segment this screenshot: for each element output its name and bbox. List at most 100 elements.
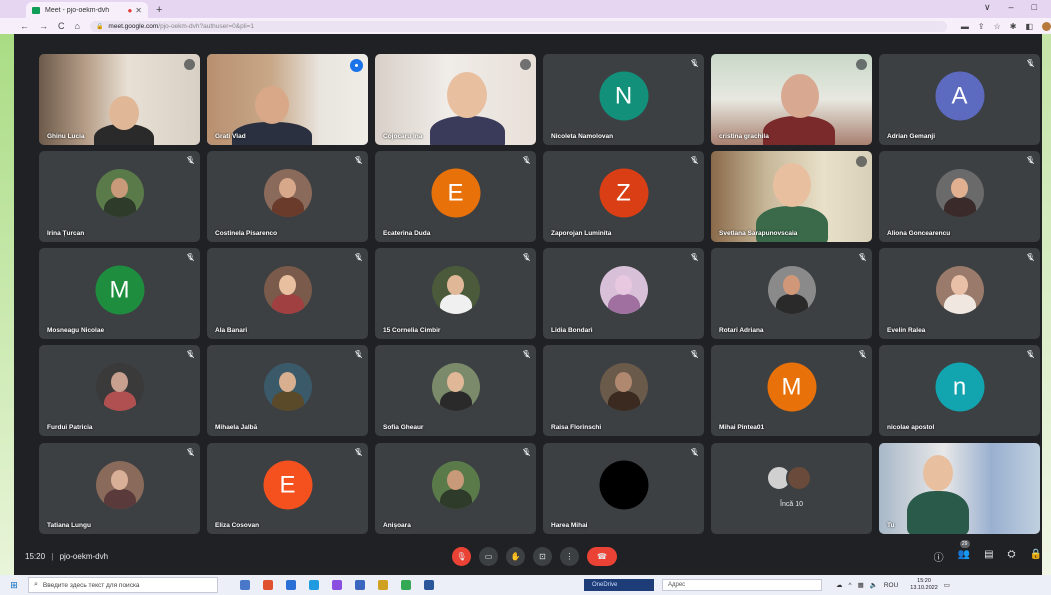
participant-tile[interactable]: 🎙 Mihaela Jalbă [207,345,368,436]
task-view-icon[interactable] [240,580,250,590]
participant-tile[interactable]: 🎙 Anișoara [375,443,536,534]
profile-avatar[interactable] [1042,21,1051,31]
participant-tile[interactable]: 🎙 Raisa Florinschi [543,345,704,436]
back-button[interactable]: ← [20,21,29,31]
muted-mic-icon: 🎙 [186,351,195,358]
file-explorer-icon[interactable] [286,580,296,590]
activities-icon[interactable]: ⛭ [1008,549,1016,564]
edge-icon[interactable] [309,580,319,590]
windows-start-icon[interactable]: ⊞ [0,580,28,591]
video-person-head [255,86,289,124]
minimize-button[interactable]: – [1009,2,1014,13]
microphone-toggle-button[interactable]: 🎙 [452,547,471,566]
participant-tile[interactable]: 🎙 Irina Țurcan [39,151,200,242]
participant-tile[interactable]: 🎙 Evelin Ralea [879,248,1040,339]
participant-tile[interactable]: N 🎙 Nicoleta Namolovan [543,54,704,145]
notifications-icon[interactable]: ▭ [944,581,950,589]
camera-permission-icon[interactable]: ▬ [961,22,969,31]
participant-tile[interactable]: M 🎙 Mosneagu Nicolae [39,248,200,339]
chrome-app-icon[interactable] [401,580,411,590]
taskbar-search-input[interactable]: ⌕ Введите здесь текст для поиска [28,577,218,593]
store-icon[interactable] [355,580,365,590]
muted-mic-icon: 🎙 [690,449,699,456]
participant-tile[interactable]: 🎙 Aliona Goncearencu [879,151,1040,242]
raise-hand-button[interactable]: ✋ [506,547,525,566]
muted-mic-icon: 🎙 [186,449,195,456]
more-participants-avatars [765,465,812,491]
cloud-icon[interactable]: ☁ [836,581,843,589]
participant-tile[interactable]: 🎙 Ala Banari [207,248,368,339]
maximize-button[interactable]: □ [1032,2,1037,13]
forward-button[interactable]: → [39,21,48,31]
folder-icon[interactable] [378,580,388,590]
participant-tile[interactable]: 🎙 Rotari Adriana [711,248,872,339]
participant-tile[interactable]: 🎙 Harea Mihai [543,443,704,534]
participant-name: Tatiana Lungu [47,522,91,529]
browser-tab-meet[interactable]: Meet - pjo-oekm-dvh ● ✕ [26,2,148,18]
onedrive-toolbar[interactable]: OneDrive [584,579,654,591]
participant-tile[interactable]: cristina grachila [711,54,872,145]
volume-icon[interactable]: 🔈 [870,581,878,589]
participant-name: Raisa Florinschi [551,424,602,431]
muted-mic-icon: 🎙 [522,449,531,456]
viber-icon[interactable] [332,580,342,590]
participant-tile[interactable]: 🎙 15 Cornelia Cimbir [375,248,536,339]
participant-tile[interactable]: 🎙 Sofia Gheaur [375,345,536,436]
extensions-puzzle-icon[interactable]: ✱ [1010,22,1017,31]
participant-tile[interactable]: E 🎙 Eliza Cosovan [207,443,368,534]
chat-icon[interactable]: ▤ [984,549,993,564]
taskbar-clock[interactable]: 15:20 13.10.2022 [910,578,938,592]
present-screen-button[interactable]: ⊡ [533,547,552,566]
participant-name: Ala Banari [215,327,248,334]
mic-status-icon [856,156,867,167]
participant-tile[interactable]: n 🎙 nicolae apostol [879,345,1040,436]
sidepanel-icon[interactable]: ◧ [1025,22,1033,31]
language-indicator[interactable]: ROU [884,582,898,589]
tab-close-icon[interactable]: ✕ [135,6,142,15]
chrome-icon[interactable] [263,580,273,590]
participant-name: Mihai Pintea01 [719,424,765,431]
video-person-body [763,116,835,145]
participant-tile[interactable]: A 🎙 Adrian Gemanji [879,54,1040,145]
meeting-details-icon[interactable]: ⓘ [934,549,944,564]
participant-tile[interactable]: 🎙 Costinela Pisarenco [207,151,368,242]
tab-search-chevron-icon[interactable]: ∨ [984,2,991,13]
camera-toggle-button[interactable]: ▭ [479,547,498,566]
participant-tile[interactable]: Ghinu Lucia [39,54,200,145]
participant-tile[interactable]: M 🎙 Mihai Pintea01 [711,345,872,436]
url-field[interactable]: 🔒 meet.google.com /pjo-oekm-dvh?authuser… [89,20,947,32]
word-icon[interactable] [424,580,434,590]
participant-tile[interactable]: E 🎙 Ecaterina Duda [375,151,536,242]
reload-button[interactable]: C [58,21,65,31]
muted-mic-icon: 🎙 [690,60,699,67]
participant-tile[interactable]: 🎙 Tatiana Lungu [39,443,200,534]
participant-video [375,54,536,145]
participant-tile[interactable]: Z 🎙 Zaporojan Luminita [543,151,704,242]
leave-call-button[interactable]: ☎ [587,547,617,566]
participant-tile[interactable]: Încă 10 [711,443,872,534]
taskbar-search-placeholder: Введите здесь текст для поиска [42,581,140,589]
participant-tile[interactable]: ⦁ Grati Vlad [207,54,368,145]
meeting-time: 15:20 [25,552,46,561]
muted-mic-icon: 🎙 [354,449,363,456]
share-icon[interactable]: ⇪ [978,22,985,31]
participant-tile[interactable]: Cojocaru Ina [375,54,536,145]
meet-favicon-icon [32,6,40,14]
participant-tile[interactable]: Svetlana Sarapunovscaia [711,151,872,242]
photo-person-body [439,391,472,411]
participant-photo-avatar [95,169,144,217]
participant-tile[interactable]: 🎙 Furdui Patricia [39,345,200,436]
bookmark-star-icon[interactable]: ☆ [994,22,1001,31]
participant-tile[interactable]: 🎙 Lidia Bondari [543,248,704,339]
new-tab-button[interactable]: + [156,4,162,16]
participant-tile[interactable]: Tu [879,443,1040,534]
taskbar-address-field[interactable]: Адрес [662,579,822,591]
people-button[interactable]: 29 👥 [958,540,970,564]
home-button[interactable]: ⌂ [75,21,80,31]
network-icon[interactable]: ▦ [858,581,864,589]
more-options-button[interactable]: ⋮ [560,547,579,566]
tray-chevron-icon[interactable]: ^ [849,582,852,589]
photo-person-body [271,294,304,314]
host-controls-lock-icon[interactable]: 🔒 [1030,549,1042,564]
photo-person-face [446,372,464,392]
